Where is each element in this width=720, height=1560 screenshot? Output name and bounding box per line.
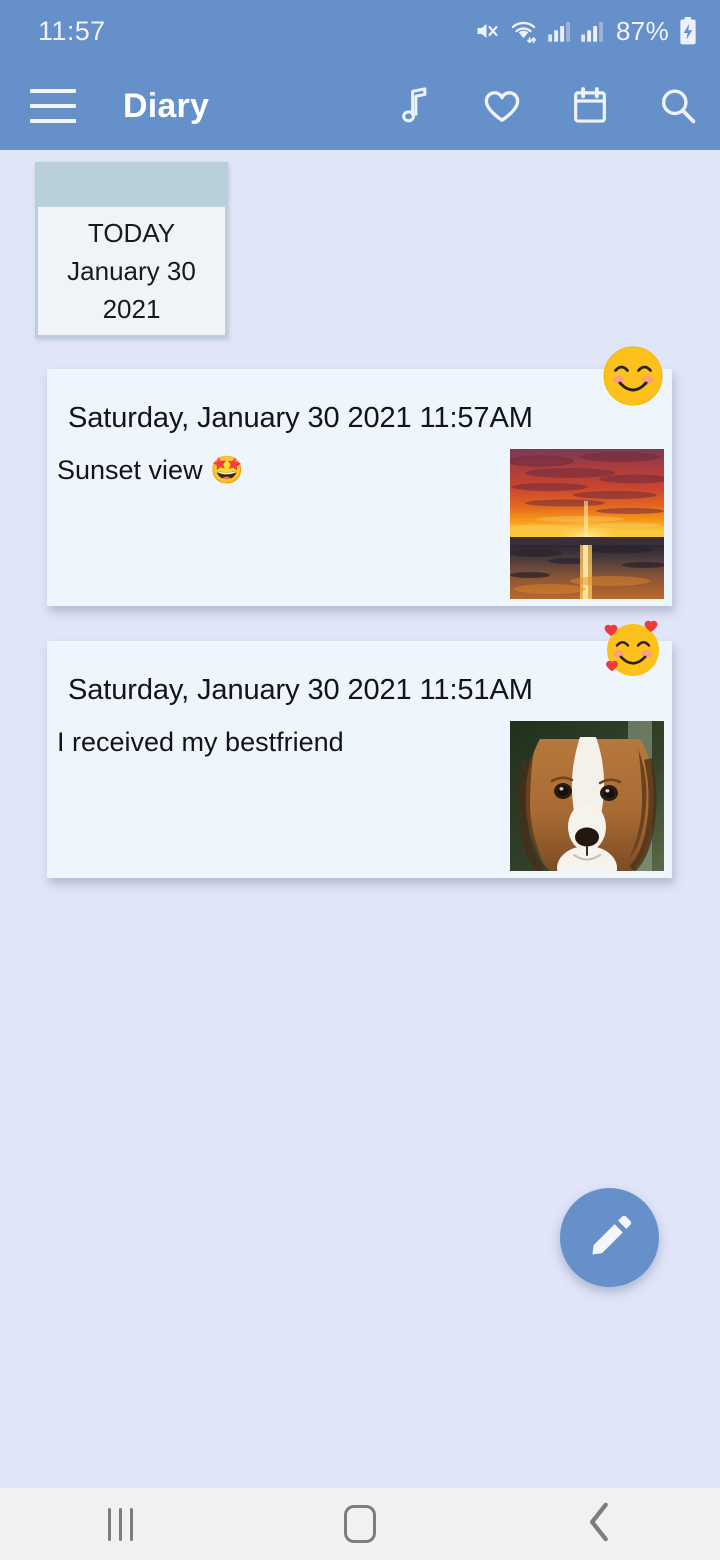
- home-icon: [344, 1505, 376, 1543]
- app-bar-actions: [394, 86, 698, 126]
- entry-text: I received my bestfriend: [57, 727, 344, 757]
- back-chevron-icon: [586, 1502, 614, 1547]
- signal-icon: [580, 20, 604, 43]
- today-date-card-inner: TODAY January 30 2021: [38, 207, 225, 335]
- dog-portrait-photo[interactable]: [510, 721, 664, 871]
- list-item[interactable]: Saturday, January 30 2021 11:57AM Sunset…: [47, 346, 672, 606]
- today-date-card[interactable]: TODAY January 30 2021: [35, 162, 228, 338]
- search-icon[interactable]: [658, 86, 698, 126]
- phone-screen: 11:57 87% Diary TODAY January 30 2021 Sa…: [0, 0, 720, 1560]
- signal-icon: [547, 20, 571, 43]
- list-item[interactable]: Saturday, January 30 2021 11:51AM I rece…: [47, 620, 672, 878]
- sunset-beach-photo[interactable]: [510, 449, 664, 599]
- recents-icon: [107, 1507, 133, 1541]
- entry-text: Sunset view 🤩: [57, 455, 244, 485]
- app-bar: Diary: [0, 62, 720, 150]
- recents-button[interactable]: [0, 1507, 240, 1541]
- status-bar: 11:57 87%: [0, 0, 720, 62]
- mute-icon: [473, 19, 500, 43]
- heart-icon[interactable]: [482, 86, 522, 126]
- page-title: Diary: [123, 86, 210, 125]
- home-button[interactable]: [240, 1505, 480, 1543]
- today-label: TODAY: [87, 218, 176, 248]
- entries-list[interactable]: TODAY January 30 2021 Saturday, January …: [0, 150, 720, 1488]
- battery-charging-icon: [678, 17, 698, 45]
- pencil-edit-icon: [587, 1212, 633, 1263]
- today-year: 2021: [102, 294, 161, 324]
- smiling-face-icon[interactable]: [602, 345, 664, 407]
- status-icons: 87%: [473, 16, 698, 47]
- hamburger-menu-icon[interactable]: [30, 89, 76, 123]
- status-clock: 11:57: [38, 15, 106, 46]
- today-date: January 30: [67, 256, 196, 286]
- music-note-icon[interactable]: [394, 86, 434, 126]
- smiling-face-with-hearts-icon[interactable]: [602, 617, 664, 679]
- entry-timestamp: Saturday, January 30 2021 11:57AM: [68, 402, 533, 434]
- new-entry-fab[interactable]: [560, 1188, 659, 1287]
- back-button[interactable]: [480, 1502, 720, 1547]
- android-navigation-bar: [0, 1488, 720, 1560]
- calendar-icon[interactable]: [570, 86, 610, 126]
- entry-timestamp: Saturday, January 30 2021 11:51AM: [68, 674, 533, 706]
- battery-percent-label: 87%: [616, 15, 669, 46]
- wifi-icon: [509, 19, 538, 43]
